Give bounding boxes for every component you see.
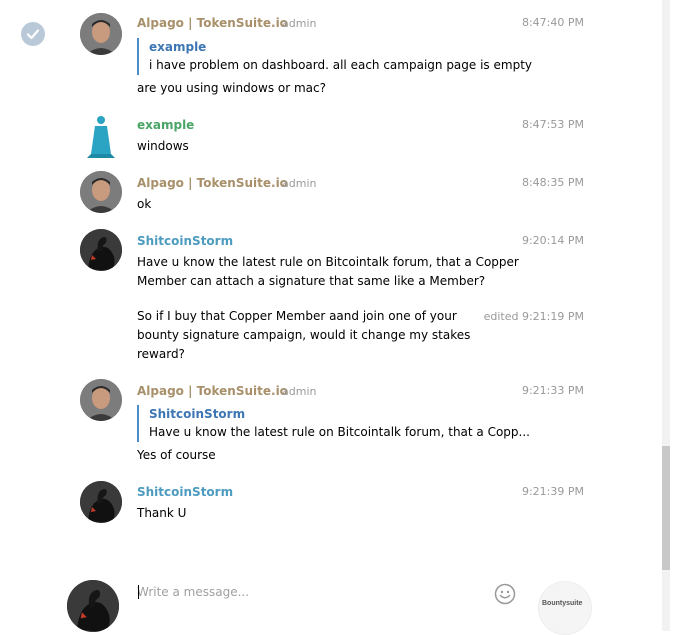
message-text: Thank U: [137, 506, 187, 520]
message-text-line: Member can attach a signature that same …: [137, 274, 486, 288]
message-time-edited: edited 9:21:19 PM: [483, 310, 584, 323]
avatar-alpago[interactable]: [80, 171, 122, 213]
send-button[interactable]: Bountysuite: [538, 581, 592, 635]
avatar-alpago[interactable]: [80, 13, 122, 55]
message-time: 9:21:39 PM: [521, 485, 584, 498]
message-text-line: So if I buy that Copper Member aand join…: [137, 309, 457, 323]
message-text: windows: [137, 139, 189, 153]
avatar-image: [80, 379, 122, 421]
avatar-current-user[interactable]: [67, 580, 119, 632]
sender-name[interactable]: Alpago | TokenSuite.io: [137, 384, 288, 398]
avatar-image: [80, 13, 122, 55]
sender-name[interactable]: Alpago | TokenSuite.io: [137, 16, 288, 30]
message-input[interactable]: [137, 583, 477, 601]
quote-sender: ShitcoinStorm: [149, 407, 246, 421]
avatar-image: [67, 580, 119, 632]
avatar-image: [87, 116, 115, 158]
smiley-icon: [494, 583, 516, 605]
message-text: are you using windows or mac?: [137, 81, 327, 95]
avatar-shitcoinstorm[interactable]: [80, 229, 122, 271]
message-time: 8:48:35 PM: [521, 176, 584, 189]
text-cursor: [138, 585, 139, 599]
quote-text: i have problem on dashboard. all each ca…: [149, 58, 532, 72]
sender-name[interactable]: example: [137, 118, 194, 132]
message-text: ok: [137, 197, 152, 211]
message-text-line: Have u know the latest rule on Bitcointa…: [137, 255, 519, 269]
message-time: 8:47:53 PM: [521, 118, 584, 131]
message-text-line: reward?: [137, 347, 185, 361]
sender-name[interactable]: Alpago | TokenSuite.io: [137, 176, 288, 190]
emoji-button[interactable]: [494, 583, 516, 605]
admin-badge: admin: [282, 17, 317, 30]
message-text: Yes of course: [137, 448, 216, 462]
sender-name[interactable]: ShitcoinStorm: [137, 485, 233, 499]
message-time: 9:20:14 PM: [521, 234, 584, 247]
quote-text: Have u know the latest rule on Bitcointa…: [149, 425, 530, 439]
message-time: 9:21:33 PM: [521, 384, 584, 397]
check-icon: [26, 29, 40, 40]
message-text-line: bounty signature campaign, would it chan…: [137, 328, 471, 342]
scrollbar-thumb[interactable]: [662, 446, 670, 570]
sender-name[interactable]: ShitcoinStorm: [137, 234, 233, 248]
reply-quote[interactable]: example i have problem on dashboard. all…: [137, 38, 532, 75]
avatar-alpago[interactable]: [80, 379, 122, 421]
avatar-image: [80, 171, 122, 213]
quote-sender: example: [149, 40, 207, 54]
avatar-image: [80, 481, 122, 523]
admin-badge: admin: [282, 385, 317, 398]
reply-quote[interactable]: ShitcoinStorm Have u know the latest rul…: [137, 405, 530, 442]
avatar-image: [80, 229, 122, 271]
message-time: 8:47:40 PM: [521, 16, 584, 29]
message-selected-check[interactable]: [21, 22, 45, 46]
send-logo: Bountysuite: [542, 600, 583, 607]
avatar-example[interactable]: [84, 114, 118, 158]
avatar-shitcoinstorm[interactable]: [80, 481, 122, 523]
admin-badge: admin: [282, 177, 317, 190]
